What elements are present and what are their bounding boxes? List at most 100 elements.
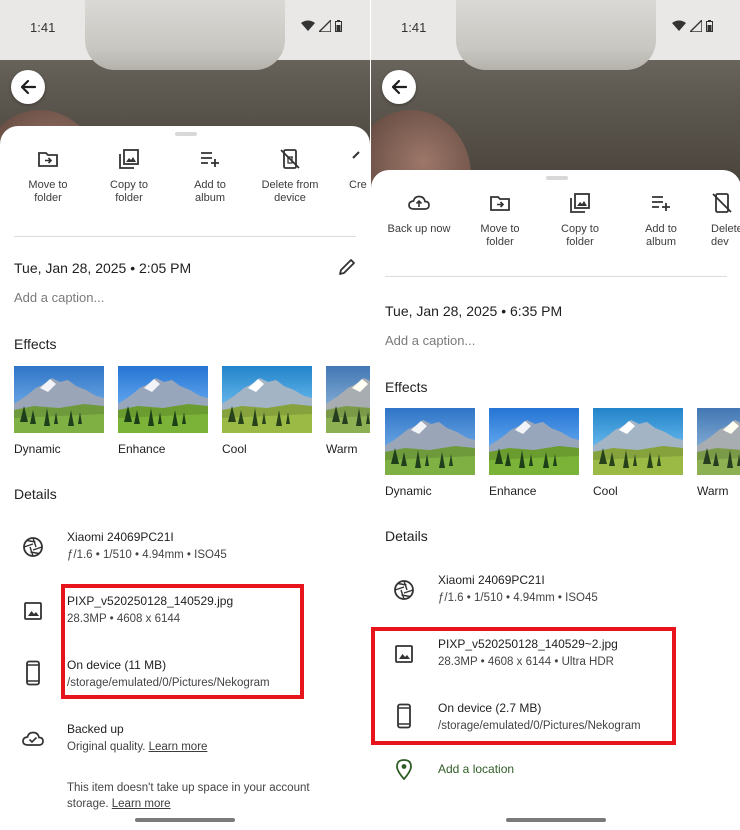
action-label: Copy to folder	[561, 223, 599, 248]
learn-more-link[interactable]: Learn more	[112, 798, 171, 810]
add-to-album-button[interactable]: Add to album	[621, 192, 701, 249]
camera-aperture-icon	[394, 580, 414, 600]
image-icon	[24, 602, 42, 620]
back-button[interactable]	[382, 70, 416, 104]
add-album-icon	[652, 196, 670, 211]
effect-cool[interactable]: Cool	[222, 366, 312, 456]
move-to-folder-button[interactable]: Move to folder	[8, 148, 88, 205]
action-label: Delete dev	[711, 223, 740, 248]
arrow-back-icon	[391, 79, 408, 95]
copy-folder-icon	[119, 149, 139, 169]
backup-quality-text: Original quality.	[67, 741, 146, 753]
effect-label: Cool	[593, 484, 618, 498]
storage-note-text: storage.	[67, 798, 109, 810]
wifi-icon	[301, 20, 315, 31]
effect-dynamic[interactable]: Dynamic	[14, 366, 104, 456]
backup-quality: Original quality. Learn more	[67, 741, 207, 753]
highlight-box	[61, 584, 304, 699]
caption-input[interactable]: Add a caption...	[385, 333, 475, 348]
action-label: Move to folder	[480, 223, 520, 248]
action-label: Add to album	[194, 179, 226, 204]
signal-icon	[319, 20, 331, 32]
effect-enhance[interactable]: Enhance	[118, 366, 208, 456]
arrow-back-icon	[20, 79, 37, 95]
effect-dynamic[interactable]: Dynamic	[385, 408, 475, 498]
highlight-box	[371, 627, 676, 745]
pencil-icon	[339, 259, 355, 275]
folder-move-icon	[38, 152, 58, 167]
status-icons	[672, 20, 713, 32]
add-location-button[interactable]: Add a location	[371, 758, 740, 798]
status-bar: 1:41	[371, 0, 740, 70]
battery-icon	[706, 20, 713, 32]
cloud-upload-icon	[408, 195, 430, 210]
create-icon	[352, 151, 360, 159]
learn-more-link[interactable]: Learn more	[149, 741, 208, 753]
wifi-icon	[672, 20, 686, 31]
effect-warm[interactable]: Warm	[326, 366, 370, 456]
camera-model: Xiaomi 24069PC21I	[438, 573, 545, 587]
screenshot-right: 1:41 Back up now Move to folder Copy to …	[371, 0, 740, 830]
add-album-icon	[201, 152, 219, 167]
create-button[interactable]: Cre	[325, 148, 370, 192]
effect-enhance[interactable]: Enhance	[489, 408, 579, 498]
gesture-nav-pill[interactable]	[135, 818, 235, 822]
effect-thumbnail	[222, 366, 312, 433]
action-label: Cre	[349, 179, 367, 191]
copy-to-folder-button[interactable]: Copy to folder	[89, 148, 169, 205]
delete-from-device-button[interactable]: Delete from device	[250, 148, 330, 205]
drag-handle[interactable]	[546, 176, 568, 180]
gesture-nav-pill[interactable]	[506, 818, 606, 822]
effect-thumbnail	[326, 366, 370, 433]
copy-folder-icon	[570, 193, 590, 213]
battery-icon	[335, 20, 342, 32]
effect-label: Cool	[222, 442, 247, 456]
back-up-now-button[interactable]: Back up now	[379, 192, 459, 236]
delete-device-icon	[712, 193, 732, 213]
action-label: Add to album	[645, 223, 677, 248]
signal-icon	[690, 20, 702, 32]
effect-thumbnail	[593, 408, 683, 475]
camera-specs: ƒ/1.6 • 1/510 • 4.94mm • ISO45	[67, 549, 227, 561]
divider	[385, 276, 727, 277]
action-label: Delete from device	[261, 179, 319, 204]
drag-handle[interactable]	[175, 132, 197, 136]
caption-input[interactable]: Add a caption...	[14, 290, 104, 305]
backup-title: Backed up	[67, 722, 124, 736]
effect-cool[interactable]: Cool	[593, 408, 683, 498]
action-label: Copy to folder	[110, 179, 148, 204]
status-time: 1:41	[30, 20, 56, 35]
effect-label: Dynamic	[385, 484, 432, 498]
details-heading: Details	[385, 528, 428, 544]
action-label: Move to folder	[28, 179, 68, 204]
delete-device-icon	[280, 149, 300, 169]
storage-note-line2: storage. Learn more	[67, 798, 171, 810]
folder-move-icon	[490, 196, 510, 211]
effect-label: Enhance	[489, 484, 537, 498]
add-location-label: Add a location	[438, 762, 515, 776]
status-time: 1:41	[401, 20, 427, 35]
back-button[interactable]	[11, 70, 45, 104]
effect-thumbnail	[697, 408, 740, 475]
effect-warm[interactable]: Warm	[697, 408, 740, 498]
copy-to-folder-button[interactable]: Copy to folder	[540, 192, 620, 249]
details-heading: Details	[14, 486, 57, 502]
add-to-album-button[interactable]: Add to album	[170, 148, 250, 205]
move-to-folder-button[interactable]: Move to folder	[460, 192, 540, 249]
info-sheet: Move to folder Copy to folder Add to alb…	[0, 126, 370, 830]
location-pin-icon	[396, 759, 412, 780]
effect-label: Warm	[326, 442, 358, 456]
status-icons	[301, 20, 342, 32]
photo-phone	[456, 0, 656, 70]
storage-note-line1: This item doesn't take up space in your …	[67, 782, 310, 794]
delete-from-device-button[interactable]: Delete dev	[701, 192, 740, 249]
effect-label: Dynamic	[14, 442, 61, 456]
action-label: Back up now	[387, 223, 451, 235]
edit-date-button[interactable]	[338, 258, 356, 281]
date-time: Tue, Jan 28, 2025 • 6:35 PM	[385, 303, 563, 319]
effect-label: Warm	[697, 484, 729, 498]
divider	[14, 236, 356, 237]
effects-heading: Effects	[14, 336, 57, 352]
effect-thumbnail	[118, 366, 208, 433]
camera-model: Xiaomi 24069PC21I	[67, 530, 174, 544]
